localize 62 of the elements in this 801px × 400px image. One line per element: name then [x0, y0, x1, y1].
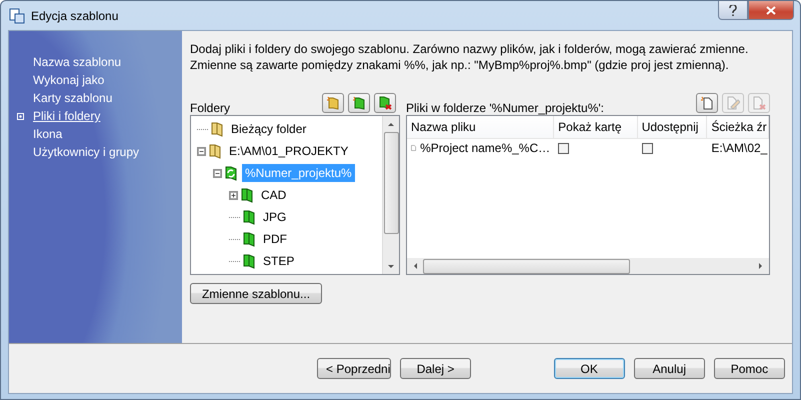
folder-icon [210, 121, 224, 137]
toolbar-button[interactable] [374, 93, 396, 113]
sidebar-item[interactable]: Ikona [33, 127, 62, 141]
variable-folder-icon [224, 165, 238, 181]
close-icon [766, 6, 776, 14]
nav-button[interactable]: Dalej > [400, 358, 472, 379]
bullet-icon [17, 112, 24, 120]
sidebar-item[interactable]: Wykonaj jako [33, 73, 104, 87]
expand-icon[interactable] [229, 190, 238, 200]
folder-icon [326, 96, 340, 110]
sidebar-item[interactable]: Użytkownicy i grupy [33, 145, 140, 159]
horizontal-scrollbar[interactable] [407, 258, 769, 274]
folder-icon [240, 187, 254, 203]
table-cell: %Project name%_%C… [420, 141, 550, 155]
collapse-icon[interactable] [197, 146, 206, 156]
vertical-scrollbar[interactable] [382, 116, 399, 274]
sidebar-item[interactable]: Pliki i foldery [33, 109, 100, 123]
column-header[interactable]: Nazwa pliku [407, 116, 554, 138]
tree-item[interactable]: JPG [260, 208, 290, 226]
tree-item[interactable]: Bieżący folder [228, 120, 310, 138]
template-variables-button[interactable]: Zmienne szablonu... [190, 283, 322, 304]
delete-file-icon [752, 96, 766, 110]
toolbar-button[interactable] [322, 93, 344, 113]
dialog-button[interactable]: OK [554, 358, 625, 379]
scroll-down-icon[interactable] [388, 265, 394, 268]
tree-item[interactable]: STEP [260, 252, 298, 270]
nav-button[interactable]: < Poprzedni [317, 358, 391, 379]
files-label: Pliki w folderze '%Numer_projektu%': [406, 101, 604, 115]
description-text: Dodaj pliki i foldery do swojego szablonu. Zarówno nazwy plików, jak i folderów, mogą zawierać zmienne. Zmienne są zawarte pomiędzy znakami %%, jak np.: "MyBmp%proj%.bmp" (gdzie proj jest zmienną). [190, 41, 750, 73]
scroll-right-icon[interactable] [759, 263, 762, 269]
checkbox[interactable] [642, 142, 653, 154]
edit-file-icon [726, 96, 740, 110]
toolbar-button[interactable] [696, 93, 718, 113]
close-button[interactable] [748, 1, 794, 20]
folder-icon [242, 231, 256, 247]
column-header[interactable]: Udostępnij [638, 116, 708, 138]
template-icon [9, 8, 25, 24]
checkbox[interactable] [558, 142, 570, 154]
folder-icon [352, 96, 366, 110]
new-file-icon [700, 96, 714, 110]
tree-item[interactable]: E:\AM\01_PROJEKTY [226, 142, 352, 160]
column-header[interactable]: Ścieżka źr [707, 116, 769, 138]
tree-item[interactable]: CAD [258, 186, 290, 204]
collapse-icon[interactable] [213, 168, 222, 178]
tree-item[interactable]: PDF [260, 230, 290, 248]
dialog-button[interactable]: Anuluj [634, 358, 705, 379]
sidebar-item[interactable]: Karty szablonu [33, 91, 112, 105]
help-icon [729, 4, 737, 16]
help-button[interactable] [718, 1, 748, 20]
folder-icon [242, 253, 256, 269]
scroll-left-icon[interactable] [414, 263, 417, 269]
folders-label: Foldery [190, 101, 230, 115]
scroll-up-icon[interactable] [388, 123, 394, 126]
column-header[interactable]: Pokaż kartę [554, 116, 638, 138]
folder-icon [208, 143, 222, 159]
window-title: Edycja szablonu [31, 8, 118, 22]
folder-icon [242, 209, 256, 225]
dialog-button[interactable]: Pomoc [714, 358, 785, 379]
toolbar-button[interactable] [348, 93, 370, 113]
sidebar-item[interactable]: Nazwa szablonu [33, 55, 122, 69]
delete-folder-icon [378, 96, 392, 110]
table-cell: E:\AM\02_ [711, 141, 768, 155]
